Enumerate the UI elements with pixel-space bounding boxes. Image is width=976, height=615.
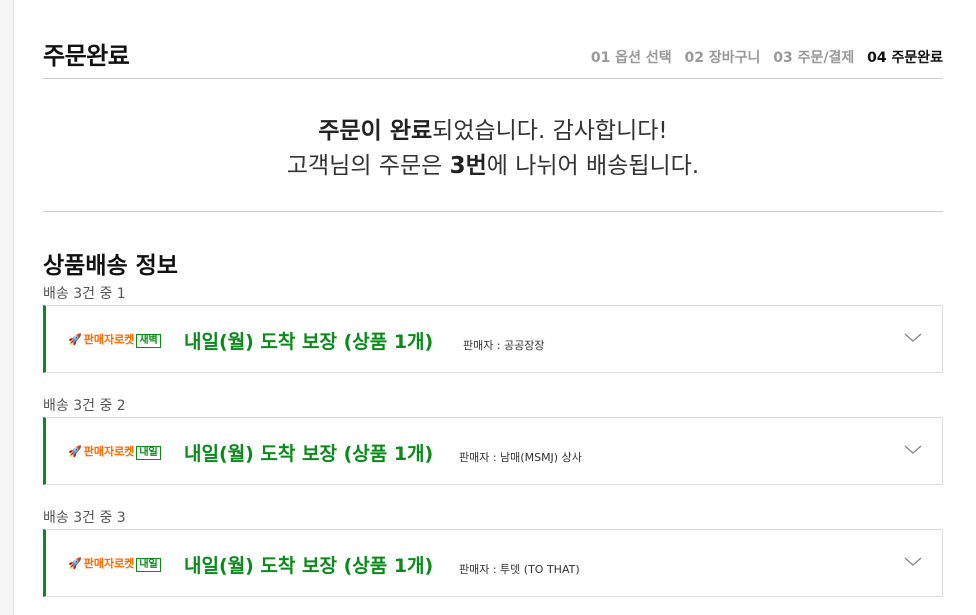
badge-label: 판매자로켓 [83,333,135,346]
message-rest: 되었습니다. 감사합니다! [432,118,668,144]
chevron-down-icon[interactable] [904,552,922,570]
seller-name: 판매자 : 남매(MSMJ) 상사 [459,451,582,464]
shipment-card[interactable]: 🚀 판매자로켓 내일 내일(월) 도착 보장 (상품 1개) 판매자 : 남매(MSMJ… [43,417,943,485]
badge-tag: 내일 [136,446,161,460]
badge-tag: 내일 [136,558,161,572]
message-strong: 주문이 완료 [318,118,433,144]
step-2: 02 장바구니 [684,50,761,66]
delivery-promise: 내일(월) 도착 보장 (상품 1개) [184,331,434,353]
order-steps: 01 옵션 선택 02 장바구니 03 주문/결제 04 주문완료 [583,47,943,67]
page-header: 주문완료 01 옵션 선택 02 장바구니 03 주문/결제 04 주문완료 [43,0,943,79]
message-post: 에 나뉘어 배송됩니다. [486,153,700,179]
step-3: 03 주문/결제 [773,50,855,66]
rocket-badge: 🚀 판매자로켓 내일 [68,555,161,572]
chevron-down-icon[interactable] [904,440,922,458]
rocket-icon: 🚀 [68,557,82,570]
message-pre: 고객님의 주문은 [286,153,450,179]
shipment-card[interactable]: 🚀 판매자로켓 새벽 내일(월) 도착 보장 (상품 1개) 판매자 : 공공장장 [43,305,943,373]
badge-label: 판매자로켓 [83,445,135,458]
page-title: 주문완료 [43,42,130,70]
message-line-1: 주문이 완료되었습니다. 감사합니다! [43,79,943,149]
delivery-promise: 내일(월) 도착 보장 (상품 1개) [184,443,434,465]
badge-label: 판매자로켓 [83,557,135,570]
badge-tag: 새벽 [136,334,161,348]
rocket-icon: 🚀 [68,445,82,458]
rocket-badge: 🚀 판매자로켓 새벽 [68,331,161,348]
seller-name: 판매자 : 투뎃 (TO THAT) [459,563,580,576]
seller-name: 판매자 : 공공장장 [463,339,545,352]
message-line-2: 고객님의 주문은 3번에 나뉘어 배송됩니다. [43,149,943,184]
completion-message: 주문이 완료되었습니다. 감사합니다! 고객님의 주문은 3번에 나뉘어 배송됩… [43,79,943,212]
chevron-down-icon[interactable] [904,328,922,346]
shipment-count: 3번 [449,153,487,179]
shipment-label: 배송 3건 중 3 [43,510,126,526]
rocket-icon: 🚀 [68,333,82,346]
shipment-label: 배송 3건 중 2 [43,398,126,414]
shipment-list: 배송 3건 중 1 🚀 판매자로켓 새벽 내일(월) 도착 보장 (상품 1개) 판매자 … [43,283,943,597]
section-title: 상품배송 정보 [43,253,178,279]
shipment-card[interactable]: 🚀 판매자로켓 내일 내일(월) 도착 보장 (상품 1개) 판매자 : 투뎃 (TO … [43,529,943,597]
order-complete-page: 주문완료 01 옵션 선택 02 장바구니 03 주문/결제 04 주문완료 주… [43,0,943,597]
rocket-badge: 🚀 판매자로켓 내일 [68,443,161,460]
shipment-label: 배송 3건 중 1 [43,286,126,302]
step-4-current: 04 주문완료 [867,50,943,66]
left-border [0,0,14,615]
delivery-promise: 내일(월) 도착 보장 (상품 1개) [184,555,434,577]
step-1: 01 옵션 선택 [590,50,672,66]
